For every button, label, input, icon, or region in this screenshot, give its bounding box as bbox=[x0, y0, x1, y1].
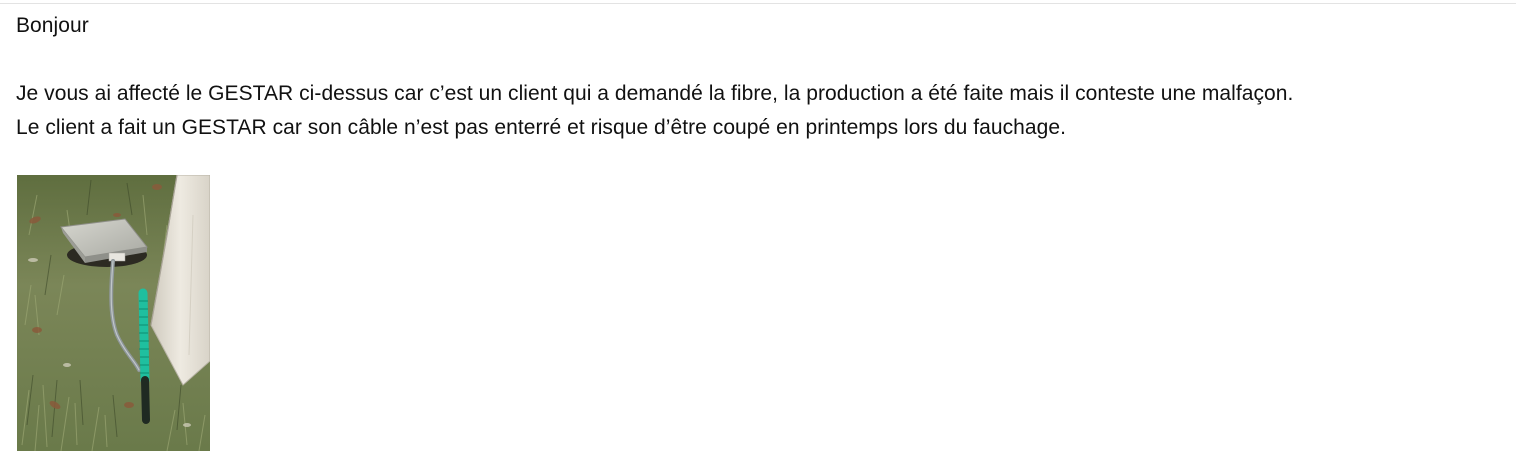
message-line-1: Je vous ai affecté le GESTAR ci-dessus c… bbox=[16, 82, 1294, 105]
cable-photo-image bbox=[17, 175, 210, 451]
greeting-text: Bonjour bbox=[16, 14, 89, 37]
email-body: Bonjour Je vous ai affecté le GESTAR ci-… bbox=[16, 9, 1506, 145]
attached-photo[interactable] bbox=[17, 175, 210, 451]
message-line-2: Le client a fait un GESTAR car son câble… bbox=[16, 116, 1066, 139]
top-divider bbox=[0, 3, 1516, 4]
